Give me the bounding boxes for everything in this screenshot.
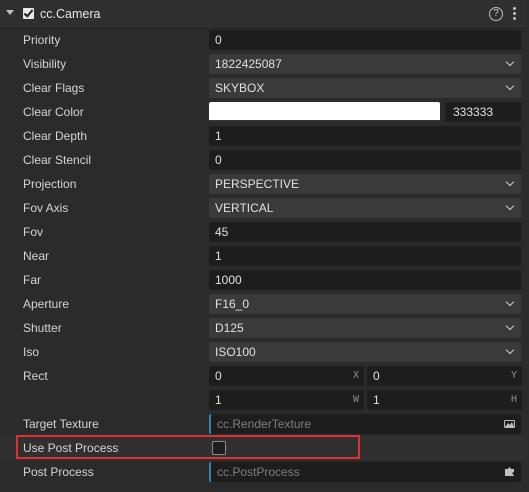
projection-label: Projection	[23, 177, 77, 191]
rect-x-input[interactable]: 0 X	[209, 366, 364, 386]
more-menu-icon[interactable]	[507, 6, 521, 22]
clear-depth-input[interactable]: 1	[209, 126, 521, 146]
rect-x-value: 0	[215, 369, 222, 383]
prop-clear-color: Clear Color 333333	[0, 100, 527, 124]
post-process-asset-field[interactable]: cc.PostProcess	[209, 462, 521, 482]
prop-rect-size: 1 W 1 H	[0, 388, 527, 412]
chevron-down-icon	[505, 81, 515, 91]
fov-axis-label: Fov Axis	[23, 201, 69, 215]
rect-x-axis-label: X	[352, 370, 359, 381]
chevron-down-icon	[505, 345, 515, 355]
prop-clear-stencil: Clear Stencil 0	[0, 148, 527, 172]
projection-value: PERSPECTIVE	[215, 177, 300, 191]
prop-target-texture: Target Texture cc.RenderTexture	[0, 412, 527, 436]
near-input[interactable]: 1	[209, 246, 521, 266]
clear-color-hex-input[interactable]: 333333	[445, 102, 521, 122]
chevron-down-icon	[505, 177, 515, 187]
chevron-down-icon	[505, 201, 515, 211]
shutter-select[interactable]: D125	[209, 318, 521, 338]
fov-axis-select[interactable]: VERTICAL	[209, 198, 521, 218]
puzzle-icon[interactable]	[504, 466, 515, 480]
fov-input[interactable]: 45	[209, 222, 521, 242]
shutter-value: D125	[215, 321, 244, 335]
chevron-down-icon	[505, 321, 515, 331]
prop-iso: Iso ISO100	[0, 340, 527, 364]
texture-icon[interactable]	[504, 418, 515, 431]
rect-h-value: 1	[373, 393, 380, 407]
clear-color-swatch[interactable]	[209, 102, 440, 122]
aperture-label: Aperture	[23, 297, 70, 311]
prop-use-post-process: Use Post Process	[0, 436, 527, 460]
far-input[interactable]: 1000	[209, 270, 521, 290]
rect-h-input[interactable]: 1 H	[367, 390, 522, 410]
rect-y-input[interactable]: 0 Y	[367, 366, 522, 386]
prop-projection: Projection PERSPECTIVE	[0, 172, 527, 196]
component-enabled-checkbox[interactable]	[23, 8, 34, 19]
help-icon[interactable]: ?	[489, 7, 503, 21]
prop-fov-axis: Fov Axis VERTICAL	[0, 196, 527, 220]
chevron-down-icon	[505, 297, 515, 307]
clear-flags-value: SKYBOX	[215, 81, 265, 95]
use-post-process-checkbox[interactable]	[212, 441, 226, 455]
aperture-value: F16_0	[215, 297, 250, 311]
rect-y-value: 0	[373, 369, 380, 383]
projection-select[interactable]: PERSPECTIVE	[209, 174, 521, 194]
prop-fov: Fov 45	[0, 220, 527, 244]
rect-h-axis-label: H	[510, 394, 517, 405]
far-label: Far	[23, 273, 41, 287]
target-texture-label: Target Texture	[23, 417, 99, 431]
clear-flags-select[interactable]: SKYBOX	[209, 78, 521, 98]
post-process-placeholder: cc.PostProcess	[217, 465, 300, 479]
rect-label: Rect	[23, 369, 48, 383]
prop-post-process: Post Process cc.PostProcess	[0, 460, 527, 484]
rect-y-axis-label: Y	[510, 370, 517, 381]
prop-far: Far 1000	[0, 268, 527, 292]
prop-clear-depth: Clear Depth 1	[0, 124, 527, 148]
prop-clear-flags: Clear Flags SKYBOX	[0, 76, 527, 100]
clear-stencil-input[interactable]: 0	[209, 150, 521, 170]
priority-input[interactable]: 0	[209, 30, 521, 50]
prop-aperture: Aperture F16_0	[0, 292, 527, 316]
near-label: Near	[23, 249, 50, 263]
clear-stencil-label: Clear Stencil	[23, 153, 92, 167]
clear-color-label: Clear Color	[23, 105, 84, 119]
component-header: cc.Camera ?	[0, 0, 527, 29]
clear-flags-label: Clear Flags	[23, 81, 85, 95]
visibility-label: Visibility	[23, 57, 67, 71]
prop-priority: Priority 0	[0, 28, 527, 52]
target-texture-asset-field[interactable]: cc.RenderTexture	[209, 414, 521, 434]
shutter-label: Shutter	[23, 321, 62, 335]
chevron-down-icon	[505, 57, 515, 67]
iso-select[interactable]: ISO100	[209, 342, 521, 362]
rect-w-axis-label: W	[352, 394, 359, 405]
rect-w-input[interactable]: 1 W	[209, 390, 364, 410]
fov-axis-value: VERTICAL	[215, 201, 274, 215]
collapse-caret-icon[interactable]	[6, 10, 14, 15]
prop-rect: Rect 0 X 0 Y	[0, 364, 527, 388]
clear-depth-label: Clear Depth	[23, 129, 88, 143]
prop-shutter: Shutter D125	[0, 316, 527, 340]
fov-label: Fov	[23, 225, 44, 239]
use-post-process-label: Use Post Process	[23, 441, 119, 455]
priority-label: Priority	[23, 33, 61, 47]
iso-value: ISO100	[215, 345, 256, 359]
component-title: cc.Camera	[40, 7, 101, 21]
visibility-select[interactable]: 1822425087	[209, 54, 521, 74]
rect-w-value: 1	[215, 393, 222, 407]
aperture-select[interactable]: F16_0	[209, 294, 521, 314]
iso-label: Iso	[23, 345, 40, 359]
visibility-value: 1822425087	[215, 57, 282, 71]
target-texture-placeholder: cc.RenderTexture	[217, 417, 312, 431]
post-process-label: Post Process	[23, 465, 94, 479]
prop-near: Near 1	[0, 244, 527, 268]
prop-visibility: Visibility 1822425087	[0, 52, 527, 76]
